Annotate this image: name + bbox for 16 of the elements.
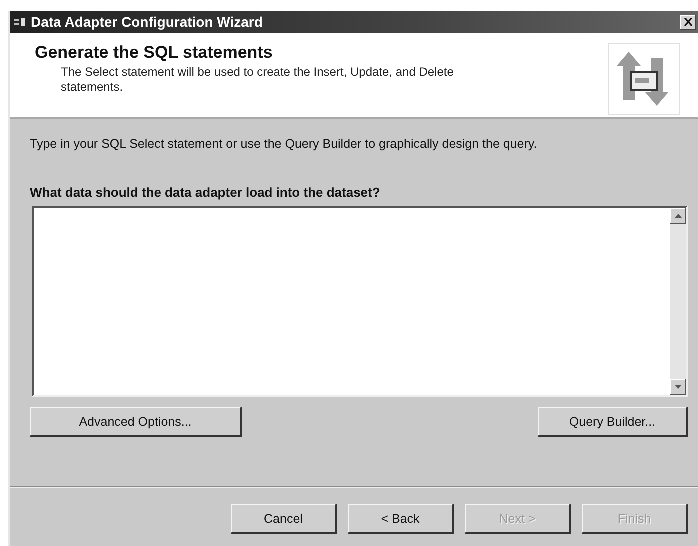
back-button[interactable]: < Back <box>348 504 454 534</box>
query-builder-button[interactable]: Query Builder... <box>538 407 688 437</box>
instruction-text: Type in your SQL Select statement or use the Query Builder to graphically design the query. <box>30 137 538 151</box>
sql-input-field[interactable] <box>32 206 688 397</box>
scroll-up-icon[interactable] <box>670 208 686 224</box>
cancel-button[interactable]: Cancel <box>231 504 337 534</box>
app-icon <box>14 17 26 27</box>
page-title: Generate the SQL statements <box>35 43 273 63</box>
data-transfer-icon <box>608 43 680 115</box>
page-description: The Select statement will be used to create the Insert, Update, and Delete statements. <box>61 65 455 95</box>
window-title: Data Adapter Configuration Wizard <box>31 14 264 30</box>
close-icon <box>684 18 692 26</box>
scroll-down-icon[interactable] <box>670 379 686 395</box>
close-button[interactable] <box>680 14 696 30</box>
advanced-options-button[interactable]: Advanced Options... <box>30 407 242 437</box>
query-label: What data should the data adapter load into the dataset? <box>30 185 382 200</box>
